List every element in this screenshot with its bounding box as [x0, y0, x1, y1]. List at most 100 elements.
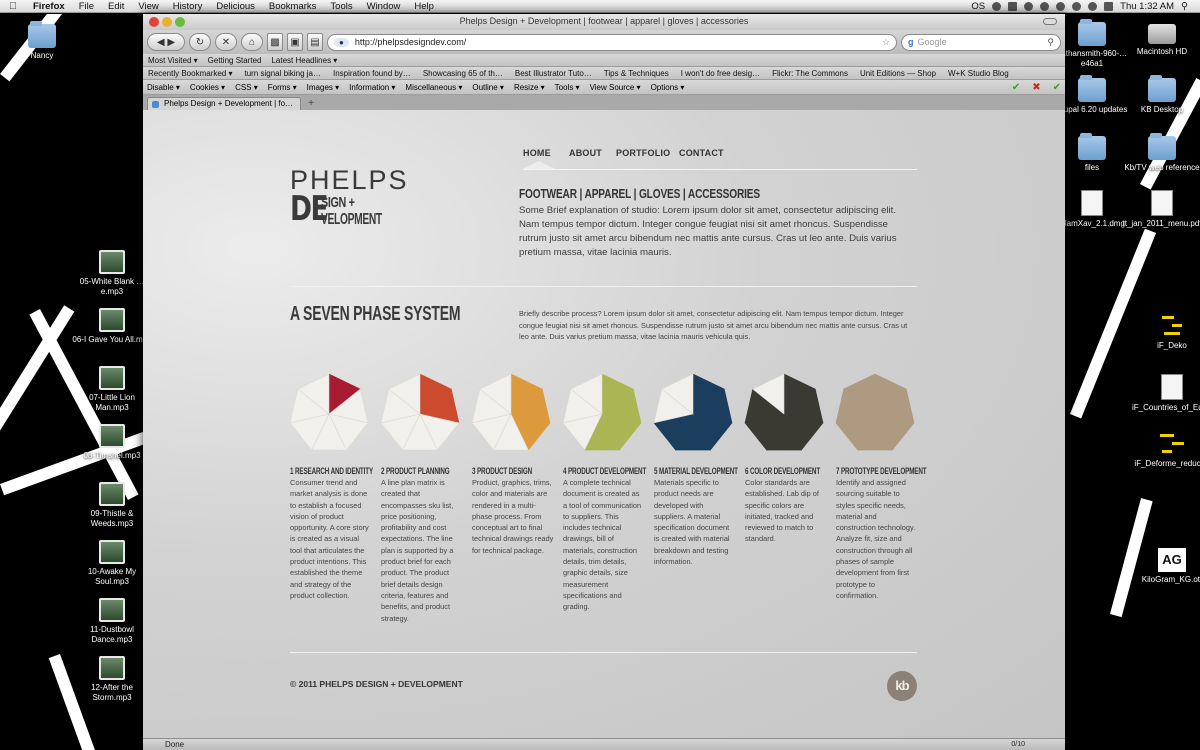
- dev-menu-forms[interactable]: Forms ▾: [268, 83, 297, 92]
- minimize-window-button[interactable]: [162, 17, 172, 27]
- nav-contact[interactable]: CONTACT: [679, 148, 724, 158]
- desktop-font-if-deko[interactable]: iF_Deko: [1132, 314, 1200, 351]
- checkmark-icon[interactable]: ✔: [1012, 82, 1020, 93]
- bookmark-item[interactable]: Showcasing 65 of th…: [423, 69, 503, 78]
- search-bar[interactable]: g Google ⚲: [901, 33, 1061, 51]
- dev-menu-css[interactable]: CSS ▾: [235, 83, 258, 92]
- desktop-file-mp3[interactable]: 07-Little Lion Man.mp3: [72, 366, 152, 412]
- bookmark-item[interactable]: Best Illustrator Tuto…: [515, 69, 592, 78]
- desktop-file-mp3[interactable]: 05-White Blank …e.mp3: [72, 250, 152, 296]
- app-tray-icon[interactable]: [1008, 1, 1018, 11]
- url-bar[interactable]: ● http://phelpsdesigndev.com/ ☆: [327, 33, 897, 51]
- apple-menu-icon[interactable]: : [0, 1, 26, 12]
- menu-history[interactable]: History: [166, 1, 210, 12]
- desktop-file-mp3[interactable]: 11-Dustbowl Dance.mp3: [72, 598, 152, 644]
- error-icon[interactable]: ✖: [1032, 82, 1040, 93]
- dev-menu-outline[interactable]: Outline ▾: [472, 83, 504, 92]
- desktop-file-if-countries[interactable]: iF_Countries_of_Europe: [1132, 374, 1200, 413]
- phase-card: 7 PROTOTYPE DEVELOPMENT Identify and assi…: [835, 374, 927, 600]
- window-titlebar[interactable]: Phelps Design + Development | footwear |…: [143, 14, 1065, 30]
- bookmark-item[interactable]: Tips & Techniques: [604, 69, 669, 78]
- bookmark-item[interactable]: turn signal biking ja…: [245, 69, 321, 78]
- new-tab-button[interactable]: +: [304, 98, 318, 110]
- menu-view[interactable]: View: [131, 1, 165, 12]
- bookmark-most-visited[interactable]: Most Visited ▾: [148, 56, 198, 65]
- site-logo[interactable]: PHELPS DE SIGN + VELOPMENT: [290, 167, 409, 229]
- desktop-font-kilogram[interactable]: AG KiloGram_KG.otf: [1132, 548, 1200, 585]
- dev-menu-tools[interactable]: Tools ▾: [555, 83, 580, 92]
- bookmark-getting-started[interactable]: Getting Started: [208, 56, 262, 65]
- dev-menu-disable[interactable]: Disable ▾: [147, 83, 180, 92]
- zoom-window-button[interactable]: [175, 17, 185, 27]
- menu-help[interactable]: Help: [407, 1, 441, 12]
- mp3-icon: [99, 424, 125, 448]
- bookmark-latest-headlines[interactable]: Latest Headlines ▾: [271, 56, 337, 65]
- menu-file[interactable]: File: [72, 1, 101, 12]
- dev-menu-images[interactable]: Images ▾: [307, 83, 339, 92]
- stop-button[interactable]: ✕: [215, 33, 237, 51]
- nav-portfolio[interactable]: PORTFOLIO: [616, 148, 670, 158]
- spotlight-icon[interactable]: ⚲: [1181, 1, 1188, 12]
- desktop-file-mp3[interactable]: 09-Thistle & Weeds.mp3: [72, 482, 152, 528]
- os-badge[interactable]: OS: [971, 1, 985, 12]
- nav-home[interactable]: HOME: [523, 148, 551, 158]
- bookmark-item[interactable]: Unit Editions — Shop: [860, 69, 936, 78]
- menu-delicious[interactable]: Delicious: [209, 1, 262, 12]
- desktop-file-mp3[interactable]: 06-I Gave You All.mp3: [72, 308, 152, 345]
- toolbar-toggle-button[interactable]: [1043, 18, 1057, 25]
- bookmark-item[interactable]: Flickr: The Commons: [772, 69, 848, 78]
- extension-button[interactable]: ▩: [267, 33, 283, 51]
- menu-app[interactable]: Firefox: [26, 1, 72, 12]
- bluetooth-tray-icon[interactable]: [1056, 1, 1066, 11]
- site-identity-icon[interactable]: ●: [334, 37, 349, 47]
- extension-tray-icon[interactable]: [992, 1, 1002, 11]
- dev-menu-view-source[interactable]: View Source ▾: [590, 83, 641, 92]
- reload-button[interactable]: ↻: [189, 33, 211, 51]
- dev-menu-miscellaneous[interactable]: Miscellaneous ▾: [405, 83, 462, 92]
- dev-menu-options[interactable]: Options ▾: [651, 83, 685, 92]
- extension-icon: ▤: [310, 36, 320, 48]
- phase-card: 1 RESEARCH AND IDENTITY Consumer trend an…: [289, 374, 373, 600]
- desktop-font-if-deforme[interactable]: iF_Deforme_reduced: [1132, 432, 1200, 469]
- desktop-folder-kb-desktop[interactable]: KB Desktop: [1122, 75, 1200, 115]
- back-forward-button[interactable]: ◀ ▶: [147, 33, 185, 51]
- kb-badge-logo[interactable]: kb: [887, 671, 917, 701]
- stop-icon: ✕: [221, 36, 231, 48]
- extension-button[interactable]: ▤: [307, 33, 323, 51]
- desktop-drive-macintosh-hd[interactable]: Macintosh HD: [1122, 22, 1200, 57]
- dev-menu-resize[interactable]: Resize ▾: [514, 83, 545, 92]
- browser-tab[interactable]: Phelps Design + Development | fo…: [147, 97, 301, 110]
- close-window-button[interactable]: [149, 17, 159, 27]
- menubar-clock[interactable]: Thu 1:32 AM: [1120, 1, 1174, 12]
- bookmark-item[interactable]: Recently Bookmarked ▾: [148, 69, 233, 78]
- bookmark-star-icon[interactable]: ☆: [882, 37, 890, 48]
- menu-bookmarks[interactable]: Bookmarks: [262, 1, 324, 12]
- desktop-file-mp3[interactable]: 12-After the Storm.mp3: [72, 656, 152, 702]
- sync-tray-icon[interactable]: [1024, 1, 1034, 11]
- intro-paragraph: Some Brief explanation of studio: Lorem …: [519, 205, 897, 258]
- dev-menu-cookies[interactable]: Cookies ▾: [190, 83, 225, 92]
- checkmark-icon[interactable]: ✔: [1053, 82, 1061, 93]
- menu-tools[interactable]: Tools: [323, 1, 359, 12]
- desktop-folder-kbtv[interactable]: Kb/TV web reference: [1122, 133, 1200, 173]
- phase-card: 5 MATERIAL DEVELOPMENT Materials specific…: [653, 374, 738, 566]
- extension-button[interactable]: ▣: [287, 33, 303, 51]
- bookmark-item[interactable]: W+K Studio Blog: [948, 69, 1009, 78]
- battery-tray-icon[interactable]: [1104, 1, 1114, 11]
- wifi-tray-icon[interactable]: [1072, 1, 1082, 11]
- dev-menu-information[interactable]: Information ▾: [349, 83, 395, 92]
- nav-about[interactable]: ABOUT: [569, 148, 602, 158]
- mp3-icon: [99, 366, 125, 390]
- menu-edit[interactable]: Edit: [101, 1, 131, 12]
- desktop-file-pdf[interactable]: tt_jan_2011_menu.pdf: [1122, 190, 1200, 229]
- desktop-file-mp3[interactable]: 08-Timshel.mp3: [72, 424, 152, 461]
- timemachine-tray-icon[interactable]: [1040, 1, 1050, 11]
- desktop-folder-nancy[interactable]: Nancy: [2, 21, 82, 61]
- menu-window[interactable]: Window: [360, 1, 408, 12]
- bookmark-item[interactable]: I won't do free desig…: [681, 69, 760, 78]
- volume-tray-icon[interactable]: [1088, 1, 1098, 11]
- bookmark-item[interactable]: Inspiration found by…: [333, 69, 411, 78]
- desktop-file-mp3[interactable]: 10-Awake My Soul.mp3: [72, 540, 152, 586]
- search-icon[interactable]: ⚲: [1047, 37, 1054, 48]
- home-button[interactable]: ⌂: [241, 33, 263, 51]
